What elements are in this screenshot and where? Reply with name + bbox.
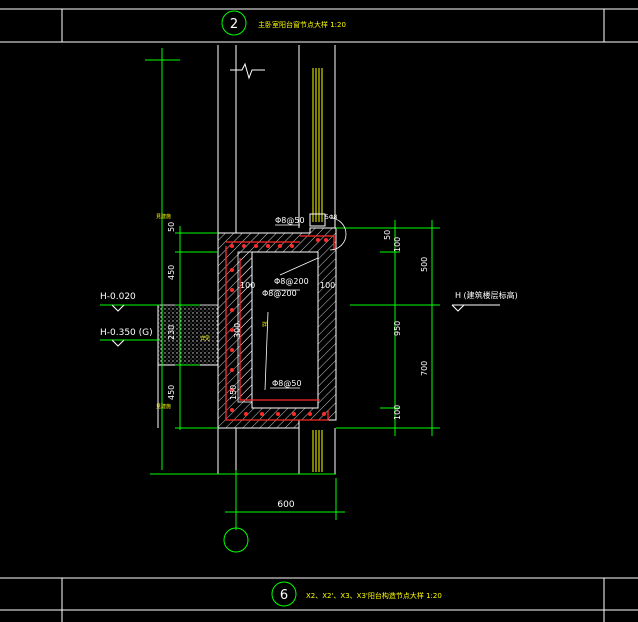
cad-drawing: 2 主卧室阳台窗节点大样 1:20 6 X2、X2'、X3、X3'阳台构造节点大…	[0, 8, 638, 622]
left-dim-label: 450	[167, 385, 176, 400]
right-dim-inner: 100	[393, 237, 402, 252]
rebar-label: Φ8@200	[262, 289, 297, 298]
right-dimensions	[336, 220, 440, 436]
right-dim-inner: 950	[393, 321, 402, 336]
inner-dim: 150	[229, 385, 238, 400]
note-small: 詳	[262, 321, 267, 328]
grid-bubble	[223, 527, 249, 553]
elevation-label: H (建筑楼层标高)	[455, 290, 518, 300]
rebar-label: Φ8@200	[274, 277, 309, 286]
rebar-label: 5Φ8	[325, 214, 338, 221]
rebar-label: Φ8@50	[272, 379, 302, 388]
right-dim-outer: 700	[420, 361, 429, 376]
detail-number: 2	[230, 17, 238, 32]
bottom-dimension	[150, 470, 345, 530]
title-block-top: 2 主卧室阳台窗节点大样 1:20	[0, 8, 638, 43]
bottom-dim-label: 600	[277, 500, 294, 510]
right-dim-inner: 100	[393, 405, 402, 420]
rebar-label: Φ8@50	[275, 216, 305, 225]
detail-title: X2、X2'、X3、X3'阳台构造节点大样 1:20	[306, 591, 442, 600]
elevation-label: H-0.020	[100, 292, 136, 302]
inner-dim: 100	[320, 281, 335, 290]
right-dim-outer: 500	[420, 257, 429, 272]
detail-title: 主卧室阳台窗节点大样 1:20	[258, 20, 346, 29]
left-label-mid: 详见	[200, 335, 210, 342]
left-label-bottom: 見建施	[156, 403, 171, 410]
left-dim-label: 50	[167, 222, 176, 232]
left-dim-label: 230	[167, 325, 176, 340]
inner-dim: 300	[233, 323, 242, 338]
left-label-top: 見建施	[156, 213, 171, 220]
title-block-bottom: 6 X2、X2'、X3、X3'阳台构造节点大样 1:20	[0, 577, 638, 622]
right-dim-inner: 50	[383, 230, 392, 240]
left-dim-label: 450	[167, 265, 176, 280]
elevation-label: H-0.350 (G)	[100, 328, 153, 338]
inner-dim: 100	[240, 281, 255, 290]
detail-number: 6	[280, 588, 288, 603]
